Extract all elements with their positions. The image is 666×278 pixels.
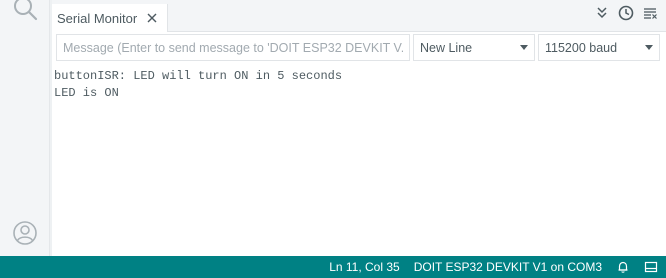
output-line: LED is ON bbox=[54, 86, 119, 100]
account-icon[interactable] bbox=[12, 220, 38, 246]
cursor-position[interactable]: Ln 11, Col 35 bbox=[329, 260, 400, 274]
serial-output[interactable]: buttonISR: LED will turn ON in 5 seconds… bbox=[52, 62, 666, 256]
baud-rate-select[interactable]: 115200 baud bbox=[538, 34, 660, 61]
tab-bar: Serial Monitor bbox=[52, 0, 666, 32]
line-ending-value: New Line bbox=[420, 40, 473, 55]
baud-rate-value: 115200 baud bbox=[545, 40, 618, 55]
bell-icon[interactable] bbox=[616, 260, 630, 274]
chevron-down-icon bbox=[645, 45, 653, 50]
close-icon[interactable] bbox=[145, 11, 159, 25]
tab-actions bbox=[594, 5, 658, 21]
activity-bar bbox=[0, 0, 50, 256]
serial-toolbar: New Line 115200 baud bbox=[52, 32, 666, 62]
clock-icon[interactable] bbox=[618, 5, 634, 21]
panel-icon[interactable] bbox=[644, 260, 658, 274]
board-port-indicator[interactable]: DOIT ESP32 DEVKIT V1 on COM3 bbox=[414, 260, 602, 274]
output-line: buttonISR: LED will turn ON in 5 seconds bbox=[54, 69, 343, 83]
status-bar: Ln 11, Col 35 DOIT ESP32 DEVKIT V1 on CO… bbox=[0, 256, 666, 278]
chevrons-down-icon[interactable] bbox=[594, 5, 610, 21]
line-ending-select[interactable]: New Line bbox=[413, 34, 535, 61]
tab-serial-monitor[interactable]: Serial Monitor bbox=[52, 4, 168, 32]
tab-title: Serial Monitor bbox=[57, 10, 138, 26]
clear-lines-icon[interactable] bbox=[642, 5, 658, 21]
message-input[interactable] bbox=[56, 34, 410, 61]
chevron-down-icon bbox=[520, 45, 528, 50]
search-icon[interactable] bbox=[12, 0, 40, 24]
